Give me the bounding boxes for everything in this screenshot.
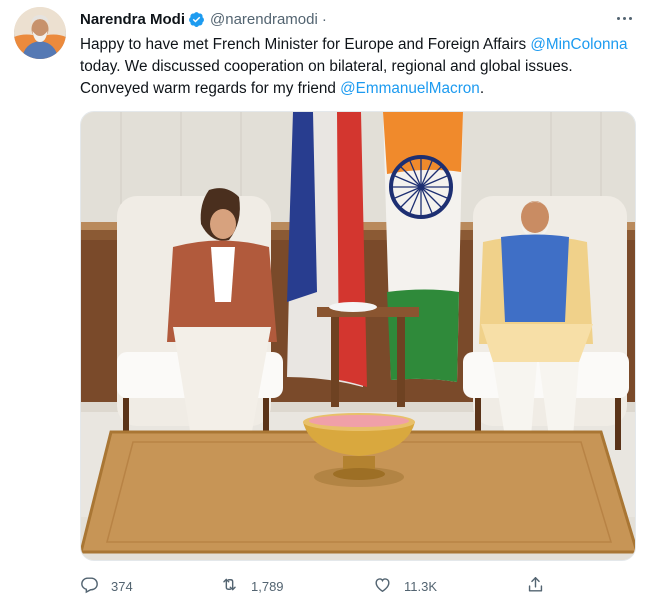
separator-dot: · (321, 10, 327, 28)
tweet-actions: 374 1,789 11.3K (80, 572, 636, 600)
reply-icon (80, 575, 99, 597)
mention-link[interactable]: @MinColonna (530, 36, 627, 53)
share-button[interactable] (526, 572, 545, 600)
retweet-button[interactable]: 1,789 (220, 572, 284, 600)
tweet-text-segment: . (479, 80, 485, 97)
retweet-count: 1,789 (251, 578, 284, 594)
verified-badge-icon (188, 11, 205, 28)
tweet[interactable]: Narendra Modi @narendramodi · Happy to h… (0, 0, 651, 604)
tweet-text: Happy to have met French Minister for Eu… (80, 34, 636, 100)
heart-icon (373, 575, 392, 597)
tweet-text-segment: today. We discussed cooperation on bilat… (80, 58, 573, 97)
share-icon (526, 575, 545, 597)
avatar[interactable] (14, 7, 66, 59)
author-handle[interactable]: @narendramodi (210, 11, 318, 28)
like-button[interactable]: 11.3K (373, 572, 437, 600)
more-icon[interactable] (612, 8, 636, 28)
reply-button[interactable]: 374 (80, 572, 133, 600)
mention-link[interactable]: @EmmanuelMacron (340, 80, 480, 97)
tweet-photo[interactable] (80, 111, 636, 561)
reply-count: 374 (111, 578, 133, 594)
retweet-icon (220, 575, 239, 597)
author-name[interactable]: Narendra Modi (80, 11, 185, 28)
like-count: 11.3K (404, 578, 438, 594)
tweet-header: Narendra Modi @narendramodi · (80, 9, 327, 29)
tweet-text-segment: Happy to have met French Minister for Eu… (80, 36, 531, 53)
